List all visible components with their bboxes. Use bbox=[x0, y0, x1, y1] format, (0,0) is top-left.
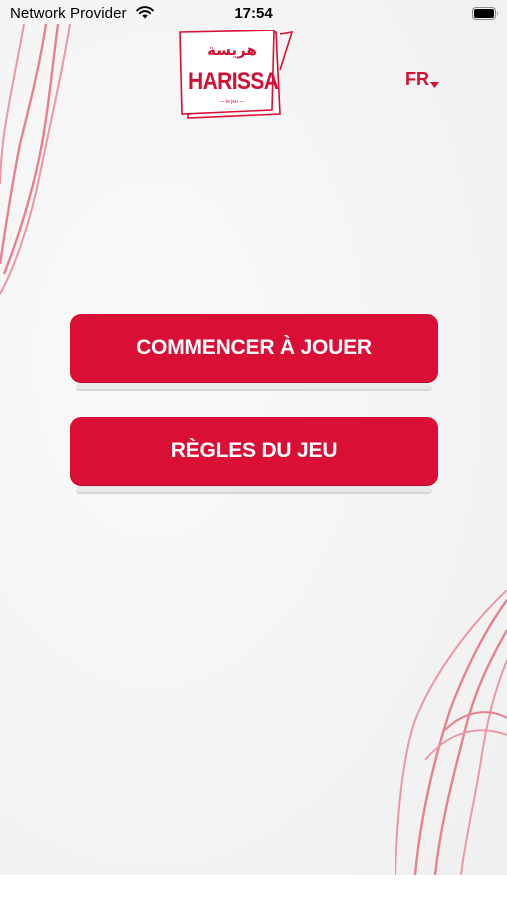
harissa-logo: هريسة HARISSA — le jeu — bbox=[176, 30, 296, 122]
decorative-line-art-top-left bbox=[0, 24, 71, 295]
game-rules-button[interactable]: RÈGLES DU JEU bbox=[70, 417, 438, 485]
start-button-container: COMMENCER À JOUER bbox=[70, 314, 438, 392]
logo-name-text: HARISSA bbox=[188, 68, 279, 95]
rules-button-container: RÈGLES DU JEU bbox=[70, 417, 438, 495]
start-button-shadow bbox=[76, 383, 432, 391]
battery-icon bbox=[472, 7, 500, 25]
logo-arabic-text: هريسة bbox=[207, 41, 257, 59]
app-screen: Network Provider 17:54 هريسة HARISSA — l… bbox=[0, 0, 507, 900]
rules-button-shadow bbox=[76, 486, 432, 494]
clock: 17:54 bbox=[234, 5, 273, 22]
logo-subtitle: — le jeu — bbox=[219, 99, 245, 105]
status-bar: Network Provider 17:54 bbox=[0, 0, 507, 28]
language-selector[interactable]: FR bbox=[405, 68, 439, 90]
start-game-button[interactable]: COMMENCER À JOUER bbox=[70, 314, 438, 382]
bottom-safe-area bbox=[0, 875, 507, 900]
decorative-line-art-bottom-right bbox=[395, 590, 507, 875]
language-label: FR bbox=[405, 69, 429, 89]
chevron-down-icon bbox=[430, 82, 439, 88]
